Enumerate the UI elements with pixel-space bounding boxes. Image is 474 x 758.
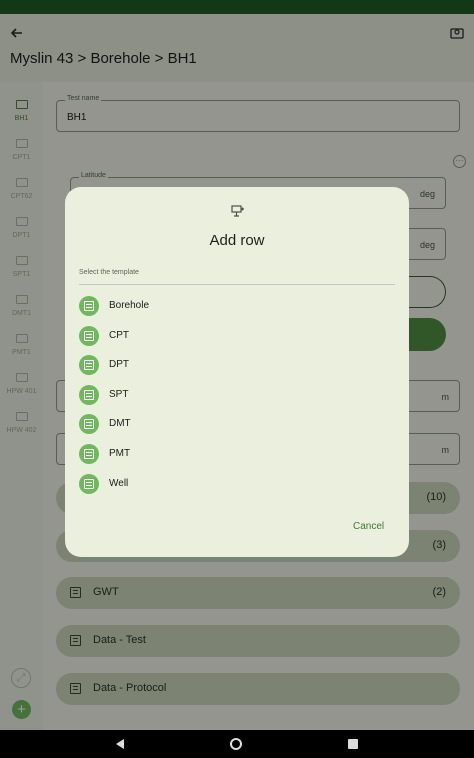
modal-scrim-status	[0, 0, 474, 14]
system-nav-bar	[0, 730, 474, 758]
option-well[interactable]: Well	[79, 473, 279, 497]
list-icon	[79, 444, 99, 464]
dialog-title: Add row	[209, 232, 265, 249]
option-dpt[interactable]: DPT	[79, 354, 279, 378]
table-add-icon	[231, 203, 245, 217]
list-icon	[79, 474, 99, 494]
cancel-button[interactable]: Cancel	[353, 521, 384, 532]
option-borehole[interactable]: Borehole	[79, 295, 279, 319]
list-icon	[79, 414, 99, 434]
divider	[79, 284, 395, 285]
dialog-subtitle: Select the template	[79, 269, 139, 276]
list-icon	[79, 355, 99, 375]
nav-back-icon[interactable]	[116, 739, 124, 749]
nav-recents-icon[interactable]	[348, 739, 358, 749]
list-icon	[79, 296, 99, 316]
add-row-dialog: Add row Select the template Borehole CPT…	[65, 187, 409, 557]
option-cpt[interactable]: CPT	[79, 325, 279, 349]
nav-home-icon[interactable]	[230, 738, 242, 750]
option-dmt[interactable]: DMT	[79, 413, 279, 437]
list-icon	[79, 385, 99, 405]
option-spt[interactable]: SPT	[79, 384, 279, 408]
option-pmt[interactable]: PMT	[79, 443, 279, 467]
list-icon	[79, 326, 99, 346]
